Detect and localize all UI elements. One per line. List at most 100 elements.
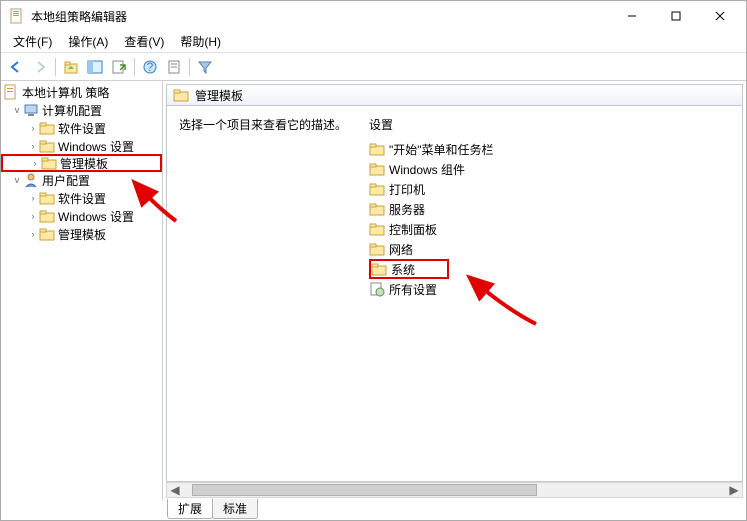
folder-icon (369, 201, 385, 217)
setting-item-system[interactable]: 系统 (369, 259, 449, 279)
setting-item-start-menu[interactable]: "开始"菜单和任务栏 (369, 139, 730, 159)
collapse-icon[interactable]: v (11, 175, 23, 185)
tree-user-software[interactable]: › 软件设置 (1, 189, 162, 207)
expand-icon[interactable]: › (27, 229, 39, 239)
folder-icon (371, 261, 387, 277)
folder-icon (173, 87, 189, 103)
tab-extended[interactable]: 扩展 (167, 499, 213, 519)
folder-icon (39, 120, 55, 136)
toolbar-separator (189, 58, 190, 76)
setting-label: "开始"菜单和任务栏 (389, 141, 494, 158)
menu-action[interactable]: 操作(A) (60, 31, 116, 52)
help-button[interactable]: ? (139, 56, 161, 78)
setting-label: 网络 (389, 241, 413, 258)
setting-label: 所有设置 (389, 281, 437, 298)
tree-user-admin-templates[interactable]: › 管理模板 (1, 225, 162, 243)
tree-user-config[interactable]: v 用户配置 (1, 171, 162, 189)
tree-comp-admin-templates[interactable]: › 管理模板 (1, 154, 162, 172)
window-title: 本地组策略编辑器 (31, 8, 610, 25)
toolbar-separator (134, 58, 135, 76)
policy-icon (3, 84, 19, 100)
back-button[interactable] (5, 56, 27, 78)
folder-icon (39, 208, 55, 224)
tree-root[interactable]: 本地计算机 策略 (1, 83, 162, 101)
computer-icon (23, 102, 39, 118)
folder-icon (369, 141, 385, 157)
folder-icon (39, 226, 55, 242)
up-button[interactable] (60, 56, 82, 78)
setting-label: 系统 (391, 261, 415, 278)
setting-label: Windows 组件 (389, 161, 465, 178)
view-tabs: 扩展 标准 (167, 499, 257, 519)
detail-panel: 管理模板 选择一个项目来查看它的描述。 设置 "开始"菜单和任务栏 Window… (163, 81, 746, 500)
tree-label: 软件设置 (58, 120, 106, 137)
tab-standard[interactable]: 标准 (212, 499, 258, 519)
tree-label: Windows 设置 (58, 208, 134, 225)
scroll-thumb[interactable] (192, 484, 537, 496)
menu-view[interactable]: 查看(V) (116, 31, 172, 52)
folder-icon (39, 138, 55, 154)
folder-icon (369, 241, 385, 257)
close-button[interactable] (698, 2, 742, 30)
show-hide-tree-button[interactable] (84, 56, 106, 78)
tree-label: 计算机配置 (42, 102, 102, 119)
menu-help[interactable]: 帮助(H) (172, 31, 229, 52)
menubar: 文件(F) 操作(A) 查看(V) 帮助(H) (1, 31, 746, 53)
tree-comp-windows[interactable]: › Windows 设置 (1, 137, 162, 155)
status-bar (1, 500, 746, 520)
expand-icon[interactable]: › (27, 193, 39, 203)
svg-text:?: ? (147, 60, 154, 74)
expand-icon[interactable]: › (29, 158, 41, 168)
properties-button[interactable] (163, 56, 185, 78)
detail-header: 管理模板 (166, 84, 743, 106)
setting-label: 控制面板 (389, 221, 437, 238)
forward-button[interactable] (29, 56, 51, 78)
toolbar-separator (55, 58, 56, 76)
folder-icon (41, 155, 57, 171)
scroll-right-icon[interactable]: ▶ (726, 483, 742, 497)
toolbar: ? (1, 53, 746, 81)
folder-icon (369, 161, 385, 177)
expand-icon[interactable]: › (27, 211, 39, 221)
window-titlebar: 本地组策略编辑器 (1, 1, 746, 31)
setting-item-servers[interactable]: 服务器 (369, 199, 730, 219)
tree-label: 本地计算机 策略 (22, 84, 109, 101)
description-text: 选择一个项目来查看它的描述。 (179, 116, 357, 133)
column-header[interactable]: 设置 (369, 116, 730, 133)
collapse-icon[interactable]: v (11, 105, 23, 115)
user-icon (23, 172, 39, 188)
tree-label: 管理模板 (58, 226, 106, 243)
menu-file[interactable]: 文件(F) (5, 31, 60, 52)
tree-label: 管理模板 (60, 155, 108, 172)
description-pane: 选择一个项目来查看它的描述。 (173, 112, 363, 475)
tree-comp-software[interactable]: › 软件设置 (1, 119, 162, 137)
scroll-left-icon[interactable]: ◀ (167, 483, 183, 497)
filter-button[interactable] (194, 56, 216, 78)
setting-item-windows-components[interactable]: Windows 组件 (369, 159, 730, 179)
settings-icon (369, 281, 385, 297)
setting-item-all-settings[interactable]: 所有设置 (369, 279, 730, 299)
detail-title: 管理模板 (195, 87, 243, 104)
settings-list[interactable]: 设置 "开始"菜单和任务栏 Windows 组件 打印机 服务器 (363, 112, 736, 475)
folder-icon (39, 190, 55, 206)
export-list-button[interactable] (108, 56, 130, 78)
setting-item-control-panel[interactable]: 控制面板 (369, 219, 730, 239)
tree-panel[interactable]: 本地计算机 策略 v 计算机配置 › 软件设置 › Windows 设置 › 管… (1, 81, 163, 500)
minimize-button[interactable] (610, 2, 654, 30)
tree-label: 软件设置 (58, 190, 106, 207)
setting-item-network[interactable]: 网络 (369, 239, 730, 259)
expand-icon[interactable]: › (27, 123, 39, 133)
tree-computer-config[interactable]: v 计算机配置 (1, 101, 162, 119)
maximize-button[interactable] (654, 2, 698, 30)
setting-item-printers[interactable]: 打印机 (369, 179, 730, 199)
folder-icon (369, 181, 385, 197)
tree-label: 用户配置 (42, 172, 90, 189)
tree-user-windows[interactable]: › Windows 设置 (1, 207, 162, 225)
setting-label: 服务器 (389, 201, 425, 218)
tree-label: Windows 设置 (58, 138, 134, 155)
app-icon (9, 8, 25, 24)
folder-icon (369, 221, 385, 237)
expand-icon[interactable]: › (27, 141, 39, 151)
setting-label: 打印机 (389, 181, 425, 198)
horizontal-scrollbar[interactable]: ◀ ▶ (166, 482, 743, 498)
